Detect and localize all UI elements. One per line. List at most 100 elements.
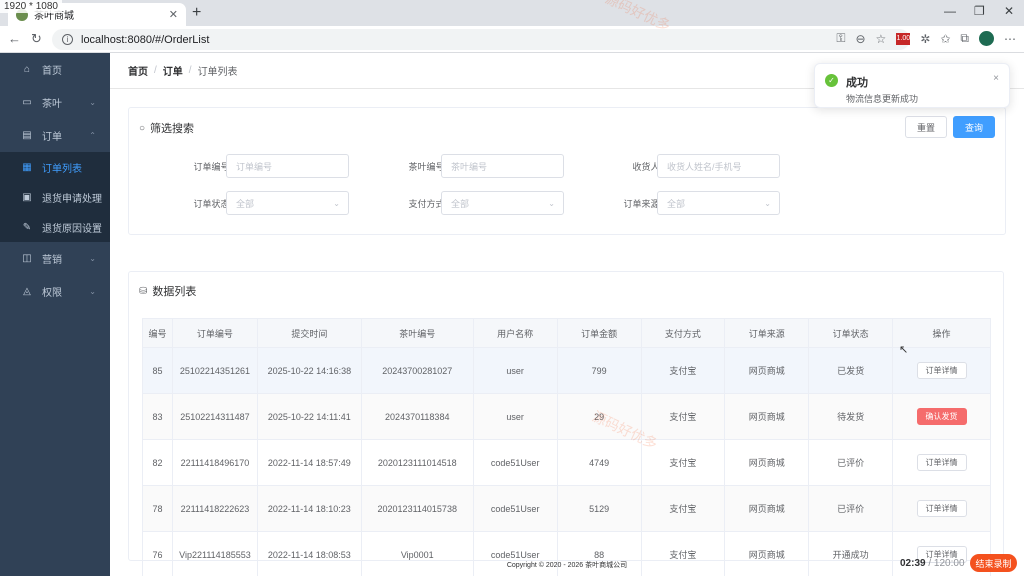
main-area: 首页 / 订单 / 订单列表 ○ 筛选搜索 重置 查询 订单编号: 订单编号 茶…	[110, 53, 1024, 576]
breadcrumb-current: 订单列表	[197, 67, 238, 78]
table-cell-time: 2022-11-14 18:10:23	[256, 485, 362, 532]
tab-close-icon[interactable]: ✕	[169, 8, 178, 21]
breadcrumb-separator: /	[154, 65, 157, 76]
order-submenu: ▦ 订单列表 ▣ 退货申请处理 ✎ 退货原因设置	[0, 152, 110, 242]
more-icon[interactable]: ⋯	[1004, 32, 1016, 46]
table-cell-time: 2025-10-22 14:16:38	[256, 347, 362, 394]
sidebar-item-marketing[interactable]: ◫ 营销 ⌄	[0, 242, 110, 275]
order-no-label: 订单编号:	[193, 162, 232, 172]
success-check-icon: ✓	[825, 74, 838, 87]
reset-button[interactable]: 重置	[905, 116, 947, 138]
order-detail-button[interactable]: 订单详情	[916, 454, 967, 471]
breadcrumb-order[interactable]: 订单	[163, 63, 183, 78]
back-icon[interactable]: ←	[8, 31, 21, 46]
marketing-icon: ◫	[22, 253, 32, 264]
order-detail-button[interactable]: 订单详情	[916, 500, 967, 517]
recorder-total: / 120:00	[928, 558, 965, 569]
zoom-icon[interactable]: ⊖	[855, 32, 865, 46]
confirm-ship-button[interactable]: 确认发货	[916, 408, 967, 425]
sidebar-item-label: 首页	[42, 66, 62, 77]
chevron-down-icon: ⌄	[333, 198, 340, 208]
sidebar-item-order-list[interactable]: ▦ 订单列表	[0, 152, 110, 182]
star-icon[interactable]: ☆	[876, 32, 887, 46]
table-cell-source: 网页商城	[724, 393, 810, 440]
table-cell-source: 网页商城	[724, 347, 810, 394]
sidebar-item-permission[interactable]: ◬ 权限 ⌄	[0, 275, 110, 308]
filter-card: ○ 筛选搜索 重置 查询 订单编号: 订单编号 茶叶编号: 茶叶编号 收货人: …	[128, 107, 1006, 235]
receiver-input[interactable]: 收货人姓名/手机号	[657, 154, 780, 178]
table-cell-amount: 799	[556, 347, 642, 394]
footer: Copyright © 2020 - 2026 茶叶商城公司	[506, 561, 628, 569]
collections-icon[interactable]: ⧉	[960, 31, 969, 46]
col-header: 用户名称	[472, 318, 558, 348]
table-cell-tea-no: 20243700281027	[360, 347, 474, 394]
extensions-icon[interactable]: ✲	[920, 32, 930, 46]
url-field[interactable]: i localhost:8080/#/OrderList	[52, 29, 910, 50]
new-tab-icon[interactable]: +	[192, 4, 201, 22]
table-cell-source: 网页商城	[724, 485, 810, 532]
sidebar-item-tea[interactable]: ▭ 茶叶 ⌄	[0, 86, 110, 119]
bell-icon: ◬	[23, 286, 31, 297]
minimize-icon[interactable]: —	[944, 4, 956, 18]
breadcrumb-home[interactable]: 首页	[128, 63, 148, 78]
maximize-icon[interactable]: ❐	[974, 4, 985, 18]
profile-avatar[interactable]	[979, 31, 994, 46]
table-cell-amount: 5129	[556, 485, 642, 532]
order-detail-button[interactable]: 订单详情	[916, 362, 967, 379]
sidebar-item-order[interactable]: ▤ 订单 ⌃	[0, 119, 110, 152]
source-label: 订单来源:	[623, 199, 662, 209]
site-info-icon[interactable]: i	[62, 34, 73, 45]
source-select[interactable]: 全部 ⌄	[657, 191, 780, 215]
payment-select[interactable]: 全部 ⌄	[441, 191, 564, 215]
address-bar: ← ↻ i localhost:8080/#/OrderList ⚿ ⊖ ☆ 1…	[0, 26, 1024, 53]
table-cell-status: 已发货	[808, 347, 894, 394]
table-cell-id: 78	[142, 485, 173, 532]
tea-no-input[interactable]: 茶叶编号	[441, 154, 564, 178]
col-header: 订单金额	[556, 318, 642, 348]
table-cell-order-no: 22111418222623	[171, 485, 258, 532]
sidebar-item-label: 营销	[42, 255, 62, 266]
table-cell-source: 网页商城	[724, 439, 810, 486]
col-header: 提交时间	[256, 318, 362, 348]
table-cell-status: 待发货	[808, 393, 894, 440]
return-icon: ▣	[22, 191, 32, 203]
sidebar-item-label: 茶叶	[42, 99, 62, 110]
chevron-up-icon: ⌃	[89, 131, 96, 140]
stop-recording-button[interactable]: 结束录制	[970, 554, 1017, 572]
table-cell-order-no: 22111418496170	[171, 439, 258, 486]
favorites-icon[interactable]: ✩	[940, 32, 950, 46]
table-cell-action: 订单详情	[892, 485, 991, 532]
table-cell-id: 83	[142, 393, 173, 440]
table-row: 83 25102214311487 2025-10-22 14:11:41 20243…	[142, 393, 991, 440]
table-cell-amount: 4749	[556, 439, 642, 486]
table-cell-user: code51User	[472, 439, 558, 486]
tea-icon: ▭	[22, 97, 32, 108]
extension-badge-icon[interactable]: 1.00	[896, 32, 911, 45]
close-icon[interactable]: ×	[993, 73, 999, 84]
window-close-icon[interactable]: ✕	[1004, 4, 1014, 18]
key-icon[interactable]: ⚿	[836, 31, 845, 46]
order-icon: ▤	[22, 130, 32, 141]
edit-icon: ✎	[22, 221, 32, 233]
status-select[interactable]: 全部 ⌄	[226, 191, 349, 215]
sidebar-item-label: 权限	[42, 288, 62, 299]
table-header-row: 编号 订单编号 提交时间 茶叶编号 用户名称 订单金额 支付方式 订单来源 订单…	[142, 318, 991, 348]
col-header: 订单状态	[808, 318, 894, 348]
reload-icon[interactable]: ↻	[31, 31, 42, 47]
query-button[interactable]: 查询	[953, 116, 995, 138]
sidebar-item-home[interactable]: ⌂ 首页	[0, 53, 110, 86]
sidebar-item-label: 订单列表	[42, 163, 82, 175]
database-icon: ⛁	[139, 285, 148, 297]
order-no-input[interactable]: 订单编号	[226, 154, 349, 178]
toast-title: 成功	[846, 77, 868, 89]
table-cell-pay: 支付宝	[640, 347, 726, 394]
source-select-value: 全部	[667, 198, 686, 209]
table-cell-tea-no: 2020123111014518	[360, 439, 474, 486]
sidebar-item-return-reasons[interactable]: ✎ 退货原因设置	[0, 212, 110, 242]
filter-title: ○ 筛选搜索	[139, 120, 194, 136]
sidebar-item-return-requests[interactable]: ▣ 退货申请处理	[0, 182, 110, 212]
table-row: 78 22111418222623 2022-11-14 18:10:23 20201…	[142, 485, 991, 532]
breadcrumb-separator: /	[188, 65, 192, 76]
table-cell-user: user	[472, 347, 558, 394]
table-cell-status: 已评价	[808, 485, 894, 532]
